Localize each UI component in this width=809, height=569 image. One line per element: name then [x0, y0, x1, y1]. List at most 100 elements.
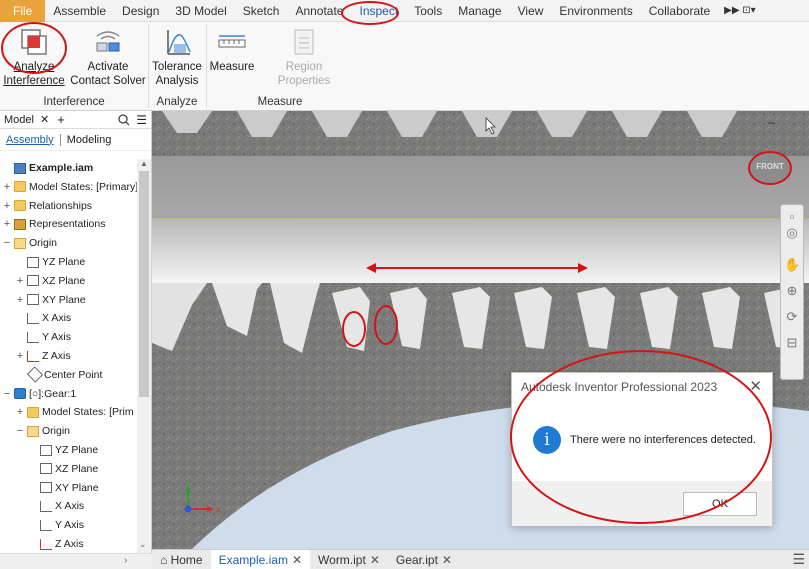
- tree-node[interactable]: Y Axis: [28, 516, 84, 534]
- menu-icon[interactable]: ☰: [136, 113, 147, 127]
- expand-toggle-icon[interactable]: −: [2, 237, 12, 249]
- document-tab[interactable]: Example.iam ✕: [210, 549, 311, 569]
- expand-toggle-icon[interactable]: −: [15, 425, 25, 437]
- tabs-menu-icon[interactable]: ☰: [792, 551, 805, 568]
- tree-node[interactable]: + Z Axis: [15, 347, 71, 365]
- activate-contact-solver-button[interactable]: Activate Contact Solver: [70, 26, 146, 88]
- panel-label-measure: Measure: [257, 96, 303, 108]
- menu-file[interactable]: File: [0, 0, 46, 22]
- expand-toggle-icon[interactable]: +: [15, 294, 25, 306]
- expand-toggle-icon[interactable]: +: [15, 275, 25, 287]
- tree-node[interactable]: X Axis: [28, 497, 84, 515]
- tree-node[interactable]: Example.iam: [2, 159, 93, 177]
- expand-toggle-icon[interactable]: +: [2, 200, 12, 212]
- menu-bar: File Assemble Design 3D Model Sketch Annotat…: [0, 0, 809, 22]
- home-icon: ⌂: [160, 552, 168, 567]
- tab-home[interactable]: ⌂ Home: [152, 550, 211, 569]
- expand-toggle-icon[interactable]: −: [2, 388, 12, 400]
- expand-toggle-icon[interactable]: +: [15, 350, 25, 362]
- tree-node[interactable]: XY Plane: [28, 479, 99, 497]
- close-tab-icon[interactable]: ✕: [442, 553, 452, 567]
- close-nav-icon[interactable]: ▫: [784, 209, 800, 225]
- scroll-up-icon[interactable]: ▲: [140, 159, 148, 168]
- folder-open-icon: [14, 237, 26, 249]
- tolerance-analysis-label: Tolerance Analysis: [152, 61, 202, 87]
- search-icon[interactable]: [118, 113, 130, 126]
- scroll-right-icon[interactable]: ›: [124, 555, 127, 566]
- look-at-icon[interactable]: ⊟: [784, 335, 800, 351]
- tree-node[interactable]: Z Axis: [28, 535, 84, 553]
- tab-assembly[interactable]: Assembly: [6, 133, 61, 146]
- ruler-icon: [218, 35, 246, 48]
- menu-inspect[interactable]: Inspect: [351, 0, 406, 22]
- minimize-icon[interactable]: –: [768, 115, 775, 129]
- menu-assemble[interactable]: Assemble: [45, 0, 114, 22]
- zoom-icon[interactable]: ⊕: [784, 283, 800, 299]
- menu-collaborate[interactable]: Collaborate: [641, 0, 718, 22]
- tab-modeling[interactable]: Modeling: [67, 134, 112, 146]
- close-browser-icon[interactable]: ✕: [40, 113, 49, 126]
- tree-node[interactable]: − Origin: [15, 422, 70, 440]
- menu-tools[interactable]: Tools: [406, 0, 450, 22]
- steering-wheel-icon[interactable]: ◎: [784, 225, 800, 241]
- info-icon: i: [533, 426, 561, 454]
- analyze-interference-button[interactable]: Analyze Interference: [3, 26, 65, 88]
- tree-node[interactable]: YZ Plane: [28, 441, 98, 459]
- tree-node[interactable]: YZ Plane: [15, 253, 85, 271]
- interference-result-dialog: Autodesk Inventor Professional 2023 ✕ i …: [511, 372, 773, 526]
- dialog-close-icon[interactable]: ✕: [749, 377, 762, 395]
- tree-node-label: Y Axis: [55, 519, 84, 532]
- tree-node[interactable]: − [○]:Gear:1: [2, 385, 76, 403]
- point-icon: [26, 366, 44, 383]
- axis-icon: [27, 312, 39, 324]
- document-tab[interactable]: Worm.ipt ✕: [310, 550, 388, 569]
- browser-scrollbar[interactable]: ▲: [137, 159, 151, 553]
- ok-button[interactable]: OK: [683, 492, 757, 516]
- expand-toggle-icon[interactable]: +: [2, 218, 12, 230]
- tree-node[interactable]: XZ Plane: [28, 460, 98, 478]
- menu-design[interactable]: Design: [114, 0, 167, 22]
- tree-node[interactable]: X Axis: [15, 309, 71, 327]
- menu-environments[interactable]: Environments: [551, 0, 640, 22]
- tolerance-icon: [167, 30, 191, 55]
- close-tab-icon[interactable]: ✕: [292, 553, 302, 567]
- tree-node[interactable]: Y Axis: [15, 328, 71, 346]
- navigation-bar: ▫ ◎ ✋ ⊕ ⟳ ⊟: [780, 204, 804, 380]
- activate-contact-solver-label: Activate Contact Solver: [70, 61, 146, 87]
- expand-toggle-icon[interactable]: +: [2, 181, 12, 193]
- viewcube[interactable]: FRONT: [749, 151, 791, 183]
- add-tab-icon[interactable]: +: [57, 112, 65, 127]
- browser-hscrollbar[interactable]: › ⌄: [0, 539, 152, 569]
- menu-annotate[interactable]: Annotate: [287, 0, 351, 22]
- axis-icon: [40, 500, 52, 512]
- tree-node[interactable]: Center Point: [15, 366, 102, 384]
- scroll-down-icon[interactable]: ⌄: [139, 539, 147, 550]
- tree-node-label: YZ Plane: [55, 444, 99, 456]
- tree-node-label: Origin: [42, 425, 71, 438]
- tolerance-analysis-button[interactable]: Tolerance Analysis: [150, 26, 204, 88]
- menu-view[interactable]: View: [510, 0, 552, 22]
- scroll-thumb[interactable]: [139, 171, 149, 397]
- measure-button[interactable]: Measure: [209, 26, 255, 74]
- tree-node-label: Example.iam: [29, 162, 94, 174]
- menu-sketch[interactable]: Sketch: [235, 0, 288, 22]
- tree-node[interactable]: + Model States: [Primary]: [2, 178, 138, 196]
- tree-node[interactable]: + XY Plane: [15, 291, 86, 309]
- tree-node-label: XZ Plane: [55, 462, 99, 475]
- tree-node[interactable]: + Representations: [2, 215, 106, 233]
- menu-3d-model[interactable]: 3D Model: [167, 0, 234, 22]
- tree-node[interactable]: + Model States: [Prim: [15, 403, 134, 421]
- tree-node-label: Representations: [29, 218, 106, 231]
- tree-node[interactable]: − Origin: [2, 234, 57, 252]
- close-tab-icon[interactable]: ✕: [370, 553, 380, 567]
- orbit-icon[interactable]: ⟳: [784, 309, 800, 325]
- menu-manage[interactable]: Manage: [450, 0, 509, 22]
- region-properties-button[interactable]: Region Properties: [258, 26, 350, 88]
- tree-node[interactable]: + XZ Plane: [15, 272, 85, 290]
- document-tab[interactable]: Gear.ipt ✕: [388, 550, 460, 569]
- expand-toggle-icon[interactable]: +: [15, 406, 25, 418]
- pan-icon[interactable]: ✋: [784, 257, 800, 273]
- tree-node-label: X Axis: [55, 500, 85, 513]
- overflow-icon[interactable]: ▶▶ ⊡▾: [718, 5, 762, 16]
- tree-node[interactable]: + Relationships: [2, 197, 92, 215]
